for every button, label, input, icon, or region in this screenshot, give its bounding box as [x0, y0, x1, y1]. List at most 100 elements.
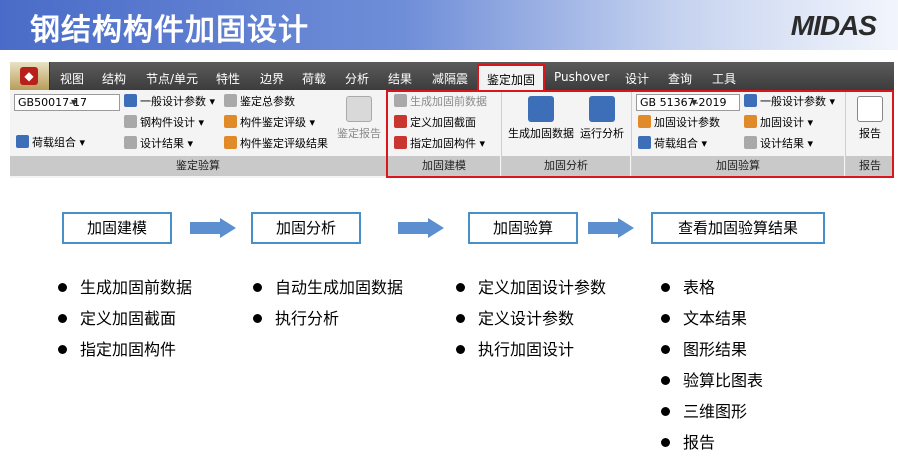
bullet-icon — [661, 345, 670, 354]
bullet-text: 执行分析 — [275, 309, 340, 328]
menu-pushover[interactable]: Pushover — [554, 70, 609, 84]
member-rating-button[interactable]: 构件鉴定评级 ▾ — [224, 115, 315, 131]
bullet-icon — [661, 283, 670, 292]
bullet-text: 自动生成加固数据 — [275, 278, 404, 297]
menu-properties[interactable]: 特性 — [216, 70, 240, 87]
title-banner: 钢结构构件加固设计 MIDAS — [0, 0, 898, 50]
step-check: 加固验算 — [468, 212, 578, 244]
list-item: 执行分析 — [253, 305, 403, 336]
appraisal-load-combo-label: 荷载组合 — [32, 136, 76, 149]
list-item: 定义设计参数 — [456, 305, 606, 336]
menu-load[interactable]: 荷载 — [302, 70, 326, 87]
bullet-icon — [253, 314, 262, 323]
bullet-text: 执行加固设计 — [478, 340, 575, 359]
appraisal-load-combo-button[interactable]: 荷载组合 ▾ — [16, 135, 85, 151]
bullet-text: 文本结果 — [683, 309, 748, 328]
menu-bar: ◆ 视图 结构 节点/单元 特性 边界 荷载 分析 结果 减隔震 鉴定加固 Pu… — [10, 62, 894, 90]
total-params-label: 鉴定总参数 — [240, 95, 295, 108]
midas-logo: MIDAS — [790, 10, 877, 41]
ribbon: ◆ 视图 结构 节点/单元 特性 边界 荷载 分析 结果 减隔震 鉴定加固 Pu… — [10, 62, 894, 178]
bullet-text: 指定加固构件 — [80, 340, 177, 359]
list-item: 指定加固构件 — [58, 336, 192, 367]
report-icon — [346, 96, 372, 122]
rating-results-label: 构件鉴定评级结果 — [240, 137, 328, 150]
bullet-icon — [58, 345, 67, 354]
app-menu-button[interactable]: ◆ — [10, 62, 50, 90]
member-design-label: 钢构件设计 — [140, 116, 195, 129]
bullet-text: 报告 — [683, 433, 716, 452]
bullet-text: 验算比图表 — [683, 371, 764, 390]
bullet-text: 生成加固前数据 — [80, 278, 193, 297]
check-bullets: 定义加固设计参数 定义设计参数 执行加固设计 — [456, 274, 606, 367]
appraisal-general-params-label: 一般设计参数 — [140, 95, 206, 108]
app-logo-icon: ◆ — [20, 67, 38, 85]
arrow-right-icon — [588, 218, 634, 238]
bullet-text: 表格 — [683, 278, 716, 297]
menu-node-element[interactable]: 节点/单元 — [146, 70, 198, 87]
appraisal-report-label: 鉴定报告 — [337, 127, 381, 140]
member-design-icon — [124, 115, 137, 128]
appraisal-code-select[interactable]: GB50017-17 ▼ — [14, 94, 120, 111]
bullet-text: 三维图形 — [683, 402, 748, 421]
rating-results-button[interactable]: 构件鉴定评级结果 — [224, 136, 328, 152]
bullet-icon — [456, 283, 465, 292]
bullet-text: 图形结果 — [683, 340, 748, 359]
menu-analysis[interactable]: 分析 — [345, 70, 369, 87]
modeling-bullets: 生成加固前数据 定义加固截面 指定加固构件 — [58, 274, 192, 367]
design-results-icon — [124, 136, 137, 149]
list-item: 生成加固前数据 — [58, 274, 192, 305]
list-item: 图形结果 — [661, 336, 763, 367]
member-design-button[interactable]: 钢构件设计 ▾ — [124, 115, 204, 131]
bullet-icon — [661, 407, 670, 416]
load-combo-icon — [16, 135, 29, 148]
results-bullets: 表格 文本结果 图形结果 验算比图表 三维图形 报告 — [661, 274, 763, 460]
bullet-text: 定义设计参数 — [478, 309, 575, 328]
list-item: 自动生成加固数据 — [253, 274, 403, 305]
bullet-icon — [58, 283, 67, 292]
menu-design[interactable]: 设计 — [625, 70, 649, 87]
step-modeling: 加固建模 — [62, 212, 172, 244]
menu-isolation[interactable]: 减隔震 — [432, 70, 468, 87]
list-item: 定义加固截面 — [58, 305, 192, 336]
bullet-text: 定义加固设计参数 — [478, 278, 607, 297]
bullet-icon — [661, 376, 670, 385]
menu-view[interactable]: 视图 — [60, 70, 84, 87]
page-title: 钢结构构件加固设计 — [30, 13, 309, 48]
list-item: 文本结果 — [661, 305, 763, 336]
menu-query[interactable]: 查询 — [668, 70, 692, 87]
menu-results[interactable]: 结果 — [388, 70, 412, 87]
house-icon — [224, 94, 237, 107]
bullet-icon — [661, 438, 670, 447]
rating-results-icon — [224, 136, 237, 149]
bullet-text: 定义加固截面 — [80, 309, 177, 328]
step-analysis: 加固分析 — [251, 212, 361, 244]
list-item: 验算比图表 — [661, 367, 763, 398]
general-params-icon — [124, 94, 137, 107]
bullet-icon — [661, 314, 670, 323]
list-item: 报告 — [661, 429, 763, 460]
appraisal-report-button[interactable]: 鉴定报告 — [336, 96, 382, 141]
menu-boundary[interactable]: 边界 — [260, 70, 284, 87]
list-item: 三维图形 — [661, 398, 763, 429]
bullet-icon — [456, 314, 465, 323]
chevron-down-icon: ▼ — [71, 98, 78, 107]
bullet-icon — [253, 283, 262, 292]
list-item: 表格 — [661, 274, 763, 305]
bullet-icon — [58, 314, 67, 323]
appraisal-design-results-button[interactable]: 设计结果 ▾ — [124, 136, 193, 152]
total-params-button[interactable]: 鉴定总参数 — [224, 94, 295, 110]
menu-tools[interactable]: 工具 — [712, 70, 736, 87]
arrow-right-icon — [190, 218, 236, 238]
menu-appraisal-reinforce[interactable]: 鉴定加固 — [477, 64, 546, 90]
analysis-bullets: 自动生成加固数据 执行分析 — [253, 274, 403, 336]
list-item: 定义加固设计参数 — [456, 274, 606, 305]
appraisal-group-footer: 鉴定验算 — [10, 156, 386, 176]
appraisal-design-results-label: 设计结果 — [140, 137, 184, 150]
step-view-results: 查看加固验算结果 — [651, 212, 825, 244]
bullet-icon — [456, 345, 465, 354]
appraisal-general-params-button[interactable]: 一般设计参数 ▾ — [124, 94, 215, 110]
arrow-right-icon — [398, 218, 444, 238]
list-item: 执行加固设计 — [456, 336, 606, 367]
member-rating-icon — [224, 115, 237, 128]
menu-structure[interactable]: 结构 — [102, 70, 126, 87]
